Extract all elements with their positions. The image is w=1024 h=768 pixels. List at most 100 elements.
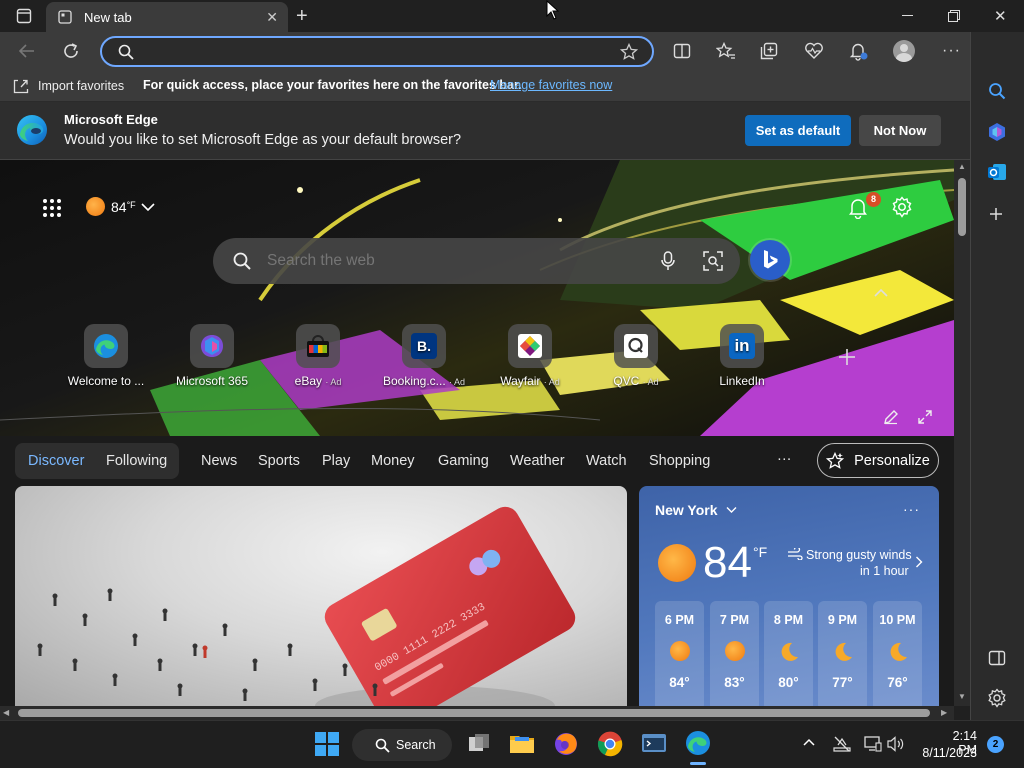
- shortcut-linkedin[interactable]: in LinkedIn: [689, 324, 795, 388]
- taskbar-search-label: Search: [396, 738, 436, 752]
- refresh-icon[interactable]: [62, 42, 80, 60]
- restore-icon[interactable]: [948, 10, 960, 22]
- shortcut-welcome[interactable]: Welcome to ...: [53, 324, 159, 388]
- address-bar[interactable]: [100, 36, 654, 67]
- volume-icon[interactable]: [887, 736, 905, 752]
- browser-tab[interactable]: New tab ✕: [46, 2, 288, 32]
- hour-temp: 80°: [778, 675, 799, 690]
- hourly-forecast[interactable]: 6 PM 84°: [655, 601, 704, 706]
- scroll-down-arrow-icon[interactable]: ▼: [958, 692, 966, 701]
- hourly-forecast[interactable]: 7 PM 83°: [710, 601, 759, 706]
- clock-date[interactable]: 8/11/2023: [915, 746, 977, 760]
- hourly-forecast[interactable]: 8 PM 80°: [764, 601, 813, 706]
- chrome-icon[interactable]: [597, 731, 623, 757]
- shortcut-microsoft-365[interactable]: Microsoft 365: [159, 324, 265, 388]
- display-icon[interactable]: [864, 736, 882, 752]
- address-input[interactable]: [142, 41, 612, 63]
- visual-search-icon[interactable]: [703, 251, 723, 271]
- tab-play[interactable]: Play: [322, 453, 350, 469]
- tab-shopping[interactable]: Shopping: [649, 453, 710, 469]
- notification-center-badge[interactable]: 2: [987, 736, 1004, 753]
- edit-background-icon[interactable]: [883, 409, 899, 425]
- add-shortcut-icon[interactable]: [836, 346, 858, 368]
- web-search-box[interactable]: [213, 238, 740, 284]
- copilot-icon[interactable]: [987, 122, 1007, 142]
- add-sidebar-app-icon[interactable]: [988, 206, 1004, 222]
- close-window-icon[interactable]: ✕: [994, 7, 1007, 25]
- hour-time: 10 PM: [879, 613, 916, 627]
- page-settings-icon[interactable]: [891, 196, 913, 218]
- scroll-left-arrow-icon[interactable]: ◀: [3, 708, 9, 717]
- import-favorites-button[interactable]: Import favorites: [12, 77, 124, 95]
- web-search-input[interactable]: [267, 250, 627, 272]
- city-selector[interactable]: New York: [655, 502, 737, 518]
- tab-following[interactable]: Following: [106, 453, 167, 469]
- manage-favorites-link[interactable]: Manage favorites now: [490, 78, 612, 92]
- weather-card-temp: 84: [703, 538, 752, 587]
- tab-money[interactable]: Money: [371, 453, 415, 469]
- tab-actions-icon[interactable]: [16, 8, 32, 24]
- taskbar-search-box[interactable]: Search: [352, 729, 452, 761]
- show-hidden-icons-chevron-icon[interactable]: [803, 738, 815, 746]
- shortcut-booking[interactable]: B. Booking.c... · Ad: [371, 324, 477, 388]
- profile-avatar[interactable]: [893, 40, 915, 62]
- shortcut-wayfair[interactable]: Wayfair · Ad: [477, 324, 583, 388]
- hourly-forecast[interactable]: 9 PM 77°: [818, 601, 867, 706]
- close-tab-icon[interactable]: ✕: [266, 9, 278, 26]
- tab-news[interactable]: News: [201, 453, 237, 469]
- scroll-thumb[interactable]: [18, 709, 930, 717]
- split-screen-icon[interactable]: [673, 42, 691, 60]
- favorites-icon[interactable]: [716, 42, 736, 60]
- file-explorer-icon[interactable]: [509, 731, 535, 757]
- weather-more-icon[interactable]: ···: [903, 501, 920, 517]
- personalize-button[interactable]: Personalize: [817, 443, 939, 478]
- tab-watch[interactable]: Watch: [586, 453, 627, 469]
- scroll-thumb[interactable]: [958, 178, 966, 236]
- firefox-icon[interactable]: [553, 731, 579, 757]
- expand-icon[interactable]: [917, 409, 933, 425]
- weather-card[interactable]: New York ··· 84 °F Strong gusty winds in…: [639, 486, 939, 706]
- microphone-icon[interactable]: [660, 251, 676, 271]
- weather-widget[interactable]: 84 °F: [86, 197, 155, 216]
- tab-gaming[interactable]: Gaming: [438, 453, 489, 469]
- tab-discover[interactable]: Discover: [28, 453, 84, 469]
- notifications-icon[interactable]: [849, 41, 869, 61]
- outlook-icon[interactable]: [987, 162, 1007, 182]
- scroll-right-arrow-icon[interactable]: ▶: [941, 708, 947, 717]
- windows-start-icon[interactable]: [315, 732, 339, 756]
- weather-alert-line2: in 1 hour: [860, 564, 909, 578]
- tab-sports[interactable]: Sports: [258, 453, 300, 469]
- hourly-forecast[interactable]: 10 PM 76°: [873, 601, 922, 706]
- collections-icon[interactable]: [760, 42, 778, 60]
- linkedin-icon: in: [720, 324, 764, 368]
- terminal-app-icon[interactable]: [641, 731, 667, 757]
- bing-chat-button[interactable]: [750, 240, 790, 280]
- shortcut-ebay[interactable]: eBay · Ad: [265, 324, 371, 388]
- settings-more-icon[interactable]: ···: [942, 42, 961, 60]
- set-as-default-button[interactable]: Set as default: [745, 115, 851, 146]
- more-tabs-button[interactable]: ···: [777, 451, 792, 467]
- scroll-up-arrow-icon[interactable]: ▲: [958, 162, 966, 171]
- feed-notifications-icon[interactable]: [848, 197, 868, 219]
- sidebar-settings-icon[interactable]: [987, 688, 1007, 708]
- edge-taskbar-icon[interactable]: [685, 730, 711, 756]
- shortcut-qvc[interactable]: QVC · Ad: [583, 324, 689, 388]
- back-icon[interactable]: [18, 42, 36, 60]
- not-now-button[interactable]: Not Now: [859, 115, 941, 146]
- new-tab-icon[interactable]: +: [296, 5, 308, 28]
- tab-weather[interactable]: Weather: [510, 453, 565, 469]
- search-icon[interactable]: [988, 82, 1006, 100]
- booking-icon: B.: [402, 324, 446, 368]
- app-launcher-icon[interactable]: [42, 198, 62, 218]
- browser-essentials-icon[interactable]: [804, 42, 824, 60]
- network-disconnected-icon[interactable]: [833, 735, 851, 753]
- hide-sidebar-icon[interactable]: [988, 649, 1006, 667]
- favorite-star-icon[interactable]: [620, 43, 638, 61]
- minimize-icon[interactable]: [902, 15, 913, 16]
- task-view-icon[interactable]: [467, 731, 493, 757]
- article-card[interactable]: 0000 1111 2222 3333: [15, 486, 627, 706]
- collapse-chevron-icon[interactable]: [874, 288, 888, 298]
- vertical-scrollbar[interactable]: ▲ ▼: [954, 160, 970, 706]
- chevron-right-icon[interactable]: [915, 556, 923, 568]
- horizontal-scrollbar[interactable]: ◀ ▶: [0, 706, 954, 720]
